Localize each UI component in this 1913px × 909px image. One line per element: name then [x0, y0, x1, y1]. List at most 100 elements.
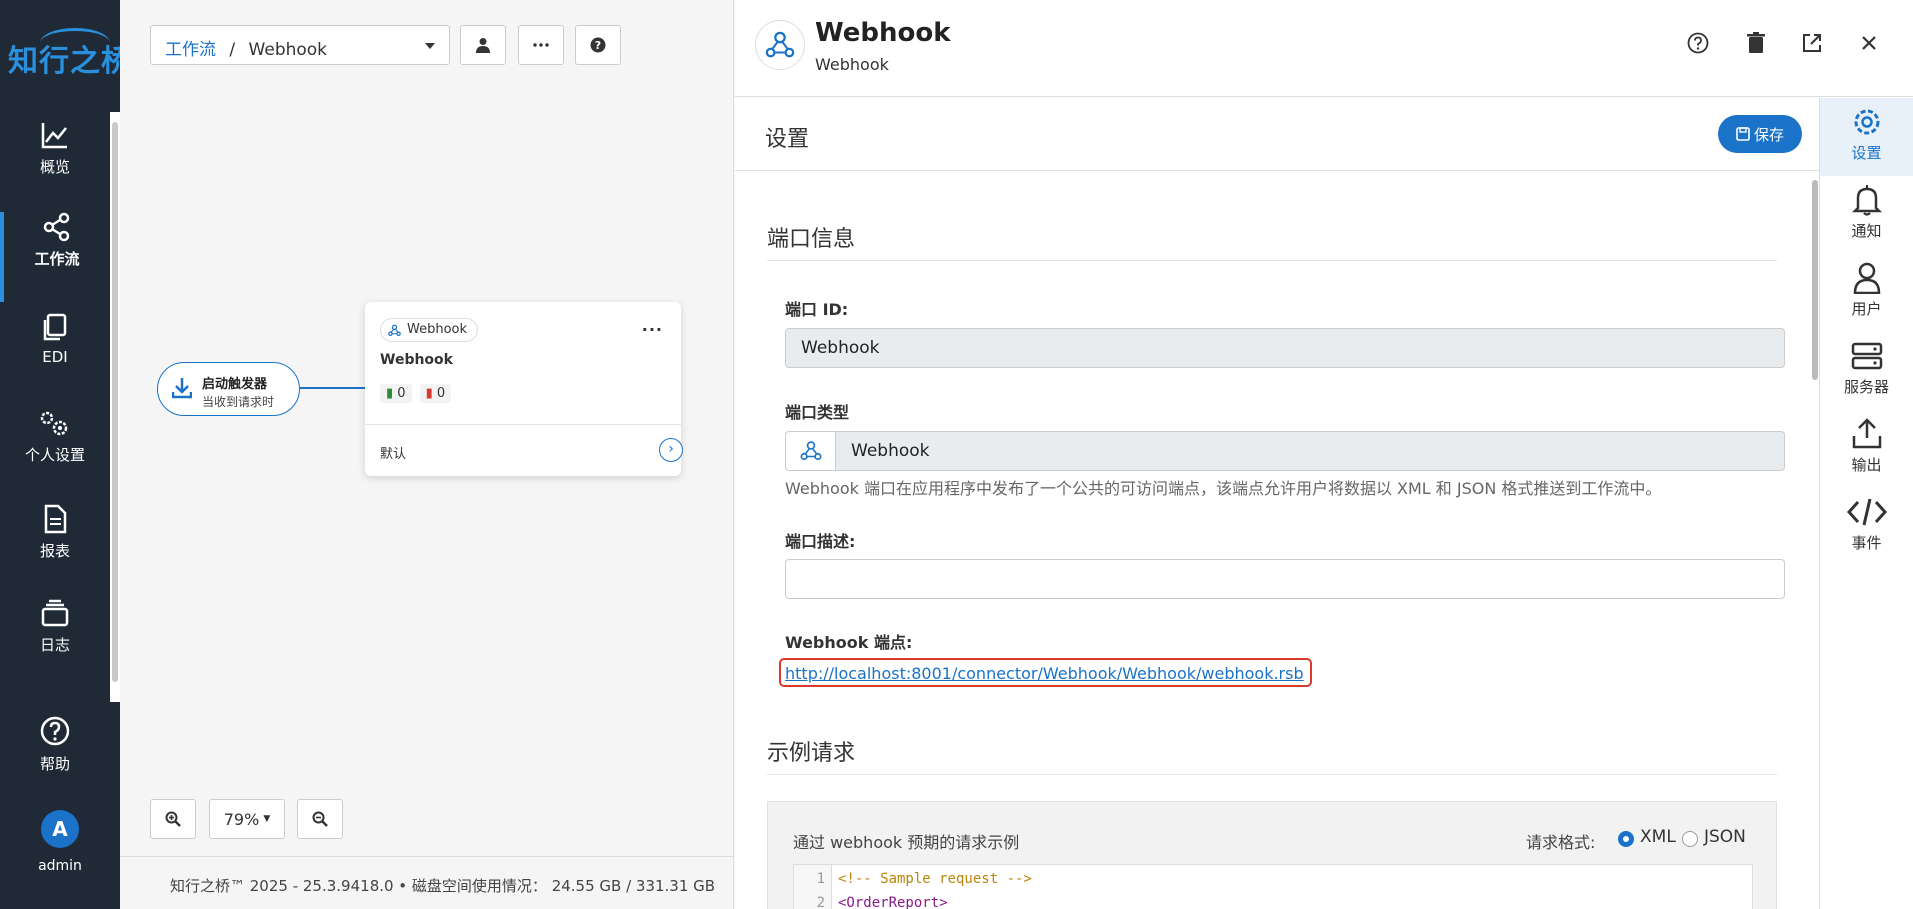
port-type-label: 端口类型	[785, 403, 850, 422]
tab-label: 服务器	[1843, 378, 1889, 396]
help-circle-icon[interactable]	[1685, 30, 1711, 56]
file-text-icon	[44, 504, 67, 534]
main-nav: 知行之桥 概览 工作流 EDI 个人设置 报表 日志 帮助 A admin	[0, 0, 131, 909]
zoom-level-select[interactable]: 79% ▼	[209, 799, 285, 839]
user-name[interactable]: admin	[0, 858, 120, 874]
nav-item-personal-settings[interactable]: 个人设置	[0, 408, 110, 498]
format-label: 请求格式:	[1526, 833, 1596, 852]
port-type-field[interactable]: Webhook	[785, 431, 1785, 471]
breadcrumb-separator: /	[229, 40, 236, 60]
nav-item-edi[interactable]: EDI	[0, 312, 110, 402]
nav-item-logs[interactable]: 日志	[0, 598, 110, 688]
server-icon	[1851, 342, 1882, 370]
chart-line-icon	[41, 123, 67, 149]
nav-item-overview[interactable]: 概览	[0, 120, 110, 210]
logo: 知行之桥	[8, 44, 132, 79]
layers-icon	[41, 599, 69, 627]
breadcrumb-root[interactable]: 工作流	[165, 40, 216, 60]
tab-events[interactable]: 事件	[1820, 488, 1913, 566]
scroll-thumb[interactable]	[1812, 180, 1818, 380]
gear-icon	[1854, 109, 1879, 135]
nav-label: 个人设置	[24, 446, 85, 464]
zoom-in-icon	[165, 811, 181, 827]
nav-label: 概览	[39, 158, 70, 176]
format-xml-label[interactable]: XML	[1640, 827, 1676, 847]
caret-down-icon: ▼	[263, 814, 271, 824]
tab-label: 输出	[1851, 456, 1882, 474]
breadcrumb[interactable]: 工作流 / Webhook	[150, 25, 450, 65]
tab-output[interactable]: 输出	[1820, 410, 1913, 488]
scroll-thumb[interactable]	[112, 122, 118, 682]
panel-title: Webhook	[815, 18, 951, 48]
example-desc: 通过 webhook 预期的请求示例	[793, 833, 1020, 852]
chevron-right-icon[interactable]: ›	[659, 438, 683, 462]
zoom-level: 79%	[223, 809, 260, 829]
nav-item-help[interactable]: 帮助	[0, 715, 110, 805]
save-button[interactable]: 保存	[1718, 115, 1802, 153]
example-request-box: 通过 webhook 预期的请求示例 请求格式: XML JSON 1 2 <!…	[767, 801, 1777, 909]
endpoint-link[interactable]: http://localhost:8001/connector/Webhook/…	[785, 664, 1304, 683]
nav-label: 报表	[39, 542, 70, 560]
workflow-canvas[interactable]: 工作流 / Webhook ? 启动触发器 当收到请求时 Webhook ···…	[120, 0, 734, 909]
more-button[interactable]	[518, 25, 564, 65]
tab-server[interactable]: 服务器	[1820, 332, 1913, 410]
node-counts: ▮ 0 ▮ 0	[380, 384, 452, 403]
line-number: 2	[816, 895, 825, 909]
chip-label: Webhook	[407, 322, 468, 337]
avatar[interactable]: A	[41, 810, 79, 848]
chevron-down-icon	[425, 43, 435, 49]
section-divider	[767, 260, 1777, 261]
port-id-field[interactable]: Webhook	[785, 328, 1785, 368]
close-icon[interactable]	[1856, 30, 1882, 56]
panel-scrollbar[interactable]	[1812, 180, 1818, 909]
error-count[interactable]: ▮ 0	[419, 384, 452, 403]
start-trigger[interactable]: 启动触发器 当收到请求时	[157, 362, 300, 416]
webhook-icon	[786, 432, 836, 470]
trigger-subtitle: 当收到请求时	[202, 395, 275, 409]
tab-label: 事件	[1851, 534, 1882, 552]
format-json-label[interactable]: JSON	[1704, 827, 1746, 847]
trash-icon[interactable]	[1743, 30, 1769, 56]
panel-header: Webhook Webhook	[735, 0, 1913, 97]
trigger-title: 启动触发器	[202, 377, 268, 392]
nav-item-workflow[interactable]: 工作流	[0, 212, 110, 302]
svg-text:?: ?	[595, 39, 601, 52]
upload-icon	[1852, 418, 1881, 449]
user-icon	[1853, 262, 1880, 294]
format-json-radio[interactable]	[1682, 831, 1698, 847]
port-panel: Webhook Webhook 设置 保存 端口信息 端口 ID: Webhoo…	[735, 0, 1913, 909]
node-menu-icon[interactable]: ···	[642, 320, 663, 339]
file-error-icon: ▮	[425, 386, 433, 401]
tab-settings[interactable]: 设置	[1820, 98, 1913, 176]
nav-item-reports[interactable]: 报表	[0, 504, 110, 594]
tab-notifications[interactable]: 通知	[1820, 176, 1913, 254]
format-xml-radio[interactable]	[1618, 831, 1634, 847]
nav-label: 工作流	[34, 250, 80, 268]
node-default-route: 默认	[380, 447, 407, 462]
ellipsis-icon	[533, 43, 549, 47]
zoom-out-icon	[312, 811, 328, 827]
zoom-out-button[interactable]	[297, 799, 343, 839]
bell-icon	[1851, 185, 1882, 216]
flow-connector	[300, 387, 365, 389]
webhook-node[interactable]: Webhook ··· Webhook ▮ 0 ▮ 0 默认 ›	[365, 302, 683, 476]
external-link-icon[interactable]	[1799, 30, 1825, 56]
success-count[interactable]: ▮ 0	[380, 384, 412, 403]
help-button[interactable]: ?	[575, 25, 621, 65]
zoom-in-button[interactable]	[150, 799, 196, 839]
nav-scrollbar[interactable]	[110, 112, 120, 702]
port-desc-textarea[interactable]	[785, 559, 1785, 599]
error-count-value: 0	[436, 386, 446, 401]
tab-label: 设置	[1851, 144, 1882, 162]
copy-icon	[43, 313, 67, 341]
line-number: 1	[816, 871, 825, 887]
help-icon: ?	[590, 37, 606, 53]
code-editor[interactable]: 1 2 <!-- Sample request --> <OrderReport…	[793, 864, 1753, 909]
user-button[interactable]	[460, 25, 506, 65]
panel-subtitle: Webhook	[815, 55, 889, 74]
node-type-chip: Webhook	[380, 318, 479, 342]
tab-users[interactable]: 用户	[1820, 254, 1913, 332]
success-count-value: 0	[397, 386, 406, 401]
code-line: <!-- Sample request -->	[838, 871, 1032, 887]
tab-label: 用户	[1851, 300, 1882, 318]
